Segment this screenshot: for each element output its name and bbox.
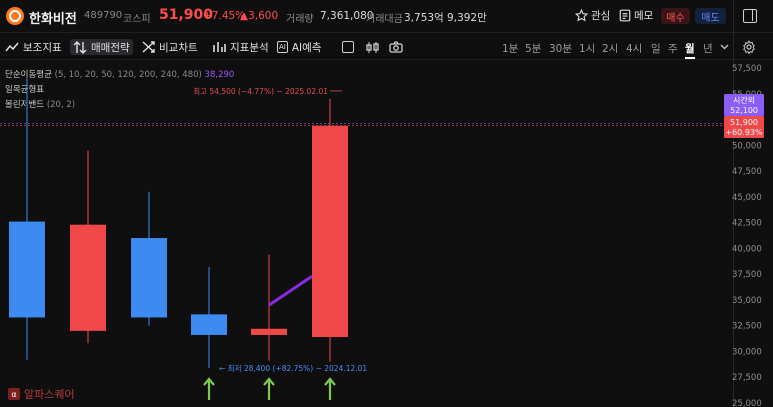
y-tick-label: 50,000 [732, 141, 762, 151]
chart-toolbar: 보조지표 매매전략 비교차트 지표분석 AI AI예측 1분 5분 30분 1시… [0, 32, 773, 60]
y-tick-label: 25,000 [732, 399, 762, 407]
compare-icon [142, 41, 155, 53]
amount-label: 거래대금 [366, 14, 403, 25]
analysis-button[interactable]: 지표분석 [213, 39, 269, 55]
analysis-label: 지표분석 [230, 41, 269, 54]
y-tick-label: 40,000 [732, 244, 762, 254]
chevron-down-icon[interactable] [720, 44, 729, 50]
change-amount: ▲3,600 [240, 10, 279, 22]
compare-label: 비교차트 [159, 41, 198, 54]
candle-body [251, 328, 287, 335]
stock-header: 한화비전 489790 코스피 51,900 +7.45% ▲3,600 거래량… [0, 0, 773, 32]
square-icon [342, 41, 354, 53]
y-tick-label: 35,000 [732, 296, 762, 306]
moving-average-line [268, 274, 313, 307]
timeframe-5m[interactable]: 5분 [525, 41, 541, 56]
candlestick-chart[interactable]: 57,50055,00052,50050,00047,50045,00042,5… [0, 60, 773, 407]
gear-icon[interactable] [742, 40, 756, 54]
watch-label: 관심 [591, 10, 611, 22]
indicators-label: 보조지표 [23, 41, 62, 54]
last-price-tag-value: 51,900 [730, 118, 758, 127]
compare-button[interactable]: 비교차트 [142, 39, 198, 55]
y-tick-label: 57,500 [732, 64, 762, 74]
candle-body [131, 238, 167, 318]
y-tick-label: 47,500 [732, 167, 762, 177]
y-tick-label: 37,500 [732, 270, 762, 280]
side-panel-icon[interactable] [743, 9, 757, 23]
candle-body [191, 314, 227, 335]
candle-type-button[interactable] [366, 39, 379, 55]
timeframe-year[interactable]: 년 [703, 41, 713, 56]
last-price-tag-pct: +60.93% [725, 128, 763, 137]
indicators-button[interactable]: 보조지표 [5, 39, 62, 55]
chart-analysis-icon [213, 42, 226, 52]
timeframe-30m[interactable]: 30분 [549, 41, 572, 56]
change-percent: +7.45% [203, 10, 246, 22]
y-tick-label: 30,000 [732, 347, 762, 357]
strategy-label: 매매전략 [91, 41, 130, 54]
timeframe-1m[interactable]: 1분 [502, 41, 518, 56]
timeprice-tag-value: 52,100 [730, 106, 758, 115]
y-tick-label: 42,500 [732, 219, 762, 229]
camera-icon [389, 41, 403, 53]
screenshot-button[interactable] [389, 39, 403, 55]
amount-value: 3,753억 9,392만 [404, 12, 487, 24]
memo-label: 메모 [634, 10, 654, 22]
candlestick-icon [366, 41, 379, 53]
y-tick-label: 45,000 [732, 193, 762, 203]
stock-name: 한화비전 [29, 12, 77, 27]
memo-button[interactable]: 메모 [619, 8, 653, 23]
watermark: α 알파스퀘어 [8, 386, 75, 402]
timeframe-week[interactable]: 주 [668, 41, 678, 56]
y-tick-label: 27,500 [732, 373, 762, 383]
chart-type-box-button[interactable] [342, 39, 354, 55]
watermark-text: 알파스퀘어 [24, 388, 75, 401]
ai-icon: AI [277, 41, 288, 53]
stock-code: 489790 [84, 10, 123, 21]
company-logo-icon [6, 7, 24, 25]
ai-predict-label: AI예측 [291, 41, 322, 54]
alphasquare-logo-icon: α [8, 388, 20, 400]
volume-label: 거래량 [286, 14, 314, 25]
candle-body [9, 221, 45, 318]
timeframe-4h[interactable]: 4시 [626, 41, 642, 56]
low-annotation: ← 최저 28,400 (+82.75%) − 2024.12.01 [219, 363, 367, 373]
buy-button[interactable]: 매수 [661, 8, 690, 24]
timeframe-2h[interactable]: 2시 [602, 41, 618, 56]
ai-predict-button[interactable]: AI AI예측 [277, 39, 321, 55]
high-annotation: 최고 54,500 (−4.77%) − 2025.02.01 [193, 86, 328, 96]
timeframe-day[interactable]: 일 [651, 41, 661, 56]
sort-arrows-icon [73, 40, 87, 54]
timeframe-month[interactable]: 월 [685, 41, 695, 59]
timeframe-1h[interactable]: 1시 [579, 41, 595, 56]
candle-body [312, 125, 348, 338]
timeprice-tag-label: 시간외 [733, 95, 755, 105]
candle-body [70, 224, 106, 331]
star-icon [575, 9, 588, 22]
watch-button[interactable]: 관심 [575, 8, 610, 23]
y-tick-label: 32,500 [732, 322, 762, 332]
trend-line-icon [5, 42, 19, 52]
sell-button[interactable]: 매도 [695, 8, 726, 24]
strategy-button[interactable]: 매매전략 [70, 39, 133, 55]
memo-icon [619, 9, 631, 22]
market-label: 코스피 [123, 14, 151, 25]
